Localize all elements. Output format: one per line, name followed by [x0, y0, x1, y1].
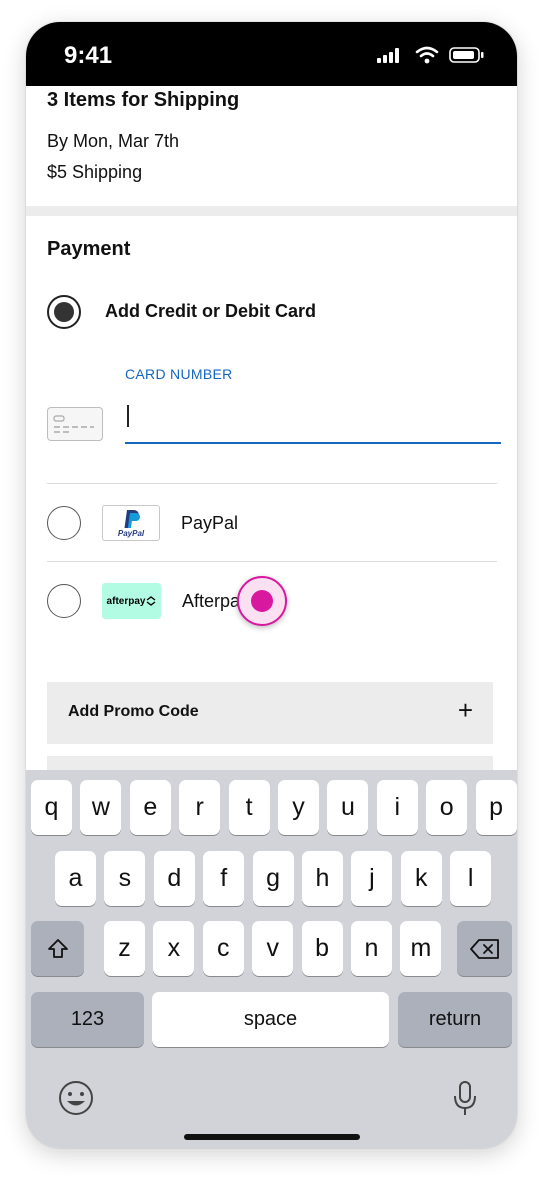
- paypal-logo: PayPal: [102, 505, 160, 541]
- card-number-label: CARD NUMBER: [125, 366, 233, 382]
- key-s[interactable]: s: [104, 851, 146, 906]
- keyboard: 123 space return qwertyuiop asdfghjkl zxcv…: [26, 770, 517, 1148]
- shipping-section: 3 Items for Shipping By Mon, Mar 7th $5 …: [26, 86, 517, 206]
- wifi-icon: [415, 46, 439, 64]
- card-number-input[interactable]: [125, 396, 501, 444]
- delete-key[interactable]: [457, 921, 512, 976]
- option-divider: [47, 561, 497, 562]
- section-divider: [26, 206, 517, 216]
- key-n[interactable]: n: [351, 921, 392, 976]
- key-m[interactable]: m: [400, 921, 442, 976]
- key-j[interactable]: j: [351, 851, 393, 906]
- card-radio[interactable]: [47, 295, 81, 329]
- text-caret: [127, 405, 129, 427]
- paypal-logo-text: PayPal: [117, 529, 145, 538]
- home-indicator: [184, 1134, 360, 1140]
- paypal-p-icon: [124, 510, 140, 528]
- key-c[interactable]: c: [202, 921, 244, 976]
- card-option-label[interactable]: Add Credit or Debit Card: [105, 301, 316, 322]
- return-key[interactable]: return: [398, 992, 512, 1047]
- key-v[interactable]: v: [252, 921, 294, 976]
- battery-icon: [449, 47, 484, 63]
- signal-icon: [377, 48, 399, 63]
- key-b[interactable]: b: [301, 921, 343, 976]
- key-t[interactable]: t: [228, 780, 270, 835]
- option-divider: [47, 483, 497, 484]
- afterpay-arrows-icon: [147, 596, 156, 606]
- shipping-date: By Mon, Mar 7th: [47, 131, 180, 151]
- key-f[interactable]: f: [203, 851, 245, 906]
- microphone-icon: [454, 1081, 476, 1115]
- plus-icon: +: [457, 695, 473, 725]
- key-o[interactable]: o: [426, 780, 468, 835]
- key-h[interactable]: h: [302, 851, 343, 906]
- afterpay-radio[interactable]: [47, 584, 81, 618]
- key-k[interactable]: k: [400, 851, 442, 906]
- promo-code-label: Add Promo Code: [68, 703, 199, 720]
- phone-frame: 9:41 3 Items for Shipping By Mon, Mar 7t…: [26, 22, 517, 1148]
- status-time: 9:41: [64, 42, 113, 69]
- shift-icon: [47, 938, 68, 958]
- key-q[interactable]: q: [31, 780, 72, 835]
- backspace-icon: [469, 938, 499, 959]
- promo-code-button[interactable]: Add Promo Code +: [47, 682, 493, 744]
- emoji-key[interactable]: [56, 1078, 96, 1118]
- key-i[interactable]: i: [376, 780, 418, 835]
- dictation-key[interactable]: [450, 1078, 480, 1118]
- emoji-icon: [59, 1081, 93, 1115]
- touch-indicator: [237, 576, 287, 626]
- key-d[interactable]: d: [153, 851, 195, 906]
- key-a[interactable]: a: [55, 851, 96, 906]
- credit-card-icon: [47, 407, 103, 441]
- key-x[interactable]: x: [153, 921, 195, 976]
- key-z[interactable]: z: [104, 921, 145, 976]
- key-g[interactable]: g: [252, 851, 294, 906]
- key-p[interactable]: p: [475, 780, 517, 835]
- space-key[interactable]: space: [152, 992, 389, 1047]
- payment-title: Payment: [47, 238, 131, 260]
- status-icons: [377, 46, 485, 64]
- next-section-bar: [47, 756, 493, 770]
- afterpay-logo-text: afterpay: [106, 595, 146, 607]
- key-l[interactable]: l: [450, 851, 492, 906]
- key-y[interactable]: y: [278, 780, 319, 835]
- numbers-key[interactable]: 123: [31, 992, 144, 1047]
- key-e[interactable]: e: [129, 780, 171, 835]
- key-r[interactable]: r: [179, 780, 221, 835]
- shipping-title: 3 Items for Shipping: [47, 89, 240, 111]
- paypal-option-label[interactable]: PayPal: [181, 513, 238, 534]
- shipping-cost: $5 Shipping: [47, 162, 143, 182]
- paypal-radio[interactable]: [47, 506, 81, 540]
- key-w[interactable]: w: [80, 780, 122, 835]
- afterpay-logo: afterpay: [102, 583, 161, 619]
- shift-key[interactable]: [31, 921, 84, 976]
- checkout-content: 3 Items for Shipping By Mon, Mar 7th $5 …: [26, 86, 517, 770]
- key-u[interactable]: u: [327, 780, 369, 835]
- status-bar: 9:41: [26, 22, 517, 86]
